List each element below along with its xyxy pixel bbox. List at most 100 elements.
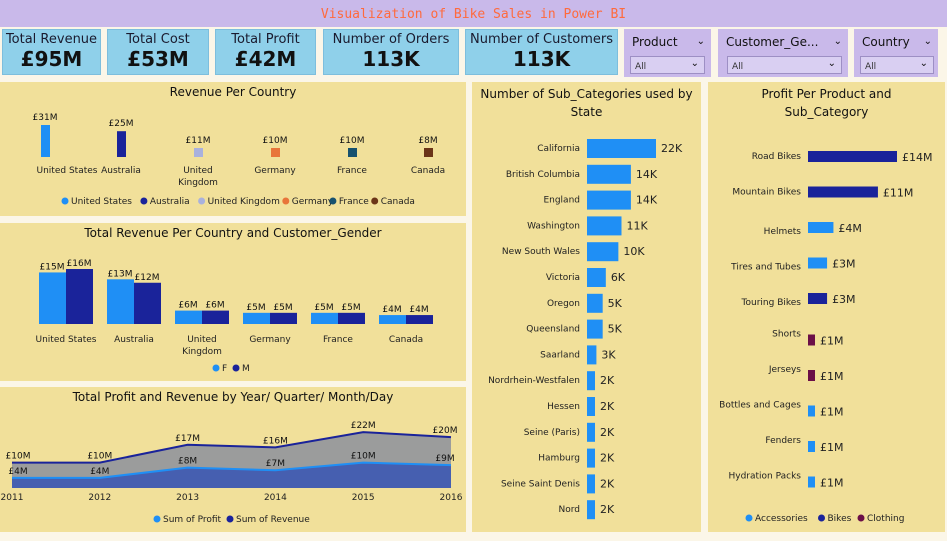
kpi-label: Number of Customers	[470, 32, 613, 47]
y-tick-label: Tires and Tubes	[730, 263, 801, 273]
bar	[41, 125, 50, 157]
data-label: £15M	[40, 262, 65, 272]
bar	[808, 334, 815, 346]
x-tick-label: 2015	[352, 493, 375, 503]
y-tick-label: Seine Saint Denis	[501, 479, 580, 489]
y-tick-label: Road Bikes	[752, 152, 802, 162]
data-label: 2K	[600, 477, 615, 490]
slicer-customer-gender[interactable]: Customer_Ge... ⌄ All ⌄	[718, 29, 848, 77]
subcategories-by-state-chart: California 22K British Columbia 14K England 1…	[488, 139, 683, 520]
x-tick-label: Kingdom	[182, 347, 222, 357]
data-label: 6K	[611, 271, 626, 284]
data-label: £5M	[341, 303, 360, 313]
bar	[194, 148, 203, 157]
profit-per-product-panel: Profit Per Product and Sub_Category Road…	[708, 82, 945, 532]
legend-label: Germany	[292, 197, 334, 207]
data-label: 5K	[608, 323, 623, 336]
legend-marker	[745, 514, 753, 522]
kpi-label: Total Profit	[231, 32, 300, 47]
legend-label: Australia	[150, 197, 190, 207]
bar	[424, 148, 433, 157]
legend-marker	[282, 197, 290, 205]
data-label: 3K	[601, 348, 616, 361]
data-label: 5K	[608, 297, 623, 310]
data-label: £10M	[351, 452, 376, 462]
x-tick-label: 2013	[176, 493, 199, 503]
dropdown-value: All	[732, 62, 744, 72]
x-tick-label: 2016	[440, 493, 463, 503]
data-label: £9M	[435, 454, 454, 464]
bar	[808, 405, 815, 417]
bar	[808, 151, 897, 162]
profit-revenue-area-chart: 2011 £10M £4M 2012 £10M £4M 2013 £17M £8M 2014 £16…	[1, 421, 463, 525]
x-tick-label: 2012	[88, 493, 111, 503]
y-tick-label: Shorts	[772, 330, 801, 340]
data-label: 14K	[636, 168, 658, 181]
data-label: £7M	[266, 459, 285, 469]
chevron-down-icon[interactable]: ⌄	[834, 36, 842, 47]
data-label: £11M	[186, 136, 211, 146]
x-tick-label: Australia	[114, 335, 154, 345]
country-dropdown[interactable]: All ⌄	[860, 56, 934, 74]
data-label: £10M	[87, 452, 112, 462]
chevron-down-icon[interactable]: ⌄	[924, 36, 932, 47]
legend-label: Sum of Revenue	[236, 515, 310, 525]
data-label: £17M	[175, 434, 200, 444]
x-tick-label: United States	[36, 335, 97, 345]
kpi-card-total-profit: Total Profit £42M	[215, 29, 316, 75]
x-tick-label: 2011	[1, 493, 24, 503]
data-label: £3M	[832, 258, 856, 271]
kpi-value: £42M	[234, 47, 297, 71]
bar	[587, 371, 595, 391]
legend-marker	[226, 515, 234, 523]
bar	[808, 257, 828, 269]
profit-per-product-chart: Road Bikes £14M Mountain Bikes £11M Helmets £…	[719, 151, 933, 524]
bar	[808, 293, 828, 304]
data-label: £4M	[409, 305, 428, 315]
y-tick-label: Hamburg	[538, 454, 580, 464]
data-label: 11K	[627, 219, 649, 232]
bar	[348, 148, 357, 157]
y-tick-label: Hessen	[547, 402, 580, 412]
kpi-card-total-revenue: Total Revenue £95M	[2, 29, 101, 75]
x-tick-label: France	[337, 166, 367, 176]
dropdown-value: All	[865, 62, 877, 72]
product-dropdown[interactable]: All ⌄	[630, 56, 705, 74]
y-tick-label: California	[537, 144, 580, 154]
bar	[587, 319, 603, 339]
kpi-label: Total Cost	[126, 32, 190, 47]
data-label: £1M	[820, 406, 844, 419]
bar	[270, 312, 297, 324]
x-tick-label: Germany	[254, 166, 296, 176]
y-tick-label: Washington	[527, 221, 580, 231]
legend-label: United Kingdom	[208, 197, 280, 207]
data-label: £13M	[108, 269, 133, 279]
y-tick-label: England	[543, 196, 580, 206]
data-label: £3M	[832, 293, 856, 306]
legend-marker	[857, 514, 865, 522]
data-label: £20M	[433, 426, 458, 436]
chevron-down-icon[interactable]: ⌄	[697, 36, 705, 47]
slicer-country[interactable]: Country ⌄ All ⌄	[854, 29, 938, 77]
kpi-value: £95M	[20, 47, 83, 71]
legend-marker	[153, 515, 161, 523]
data-label: 2K	[600, 400, 615, 413]
data-label: 22K	[661, 142, 683, 155]
bar	[134, 282, 161, 324]
slicer-product[interactable]: Product ⌄ All ⌄	[624, 29, 711, 77]
data-label: £4M	[382, 305, 401, 315]
bar	[117, 131, 126, 157]
legend-label: Bikes	[828, 514, 852, 524]
x-tick-label: 2014	[264, 493, 287, 503]
x-tick-label: United	[187, 335, 217, 345]
data-label: 10K	[623, 245, 645, 258]
x-tick-label: Canada	[389, 335, 423, 345]
legend-marker	[212, 364, 220, 372]
kpi-value: £53M	[127, 47, 189, 71]
x-tick-label: Germany	[249, 335, 291, 345]
bar	[587, 139, 656, 158]
kpi-card-number-of-orders: Number of Orders 113K	[323, 29, 459, 75]
customer-gender-dropdown[interactable]: All ⌄	[727, 56, 842, 74]
legend-label: Accessories	[755, 514, 808, 524]
legend-marker	[232, 364, 240, 372]
